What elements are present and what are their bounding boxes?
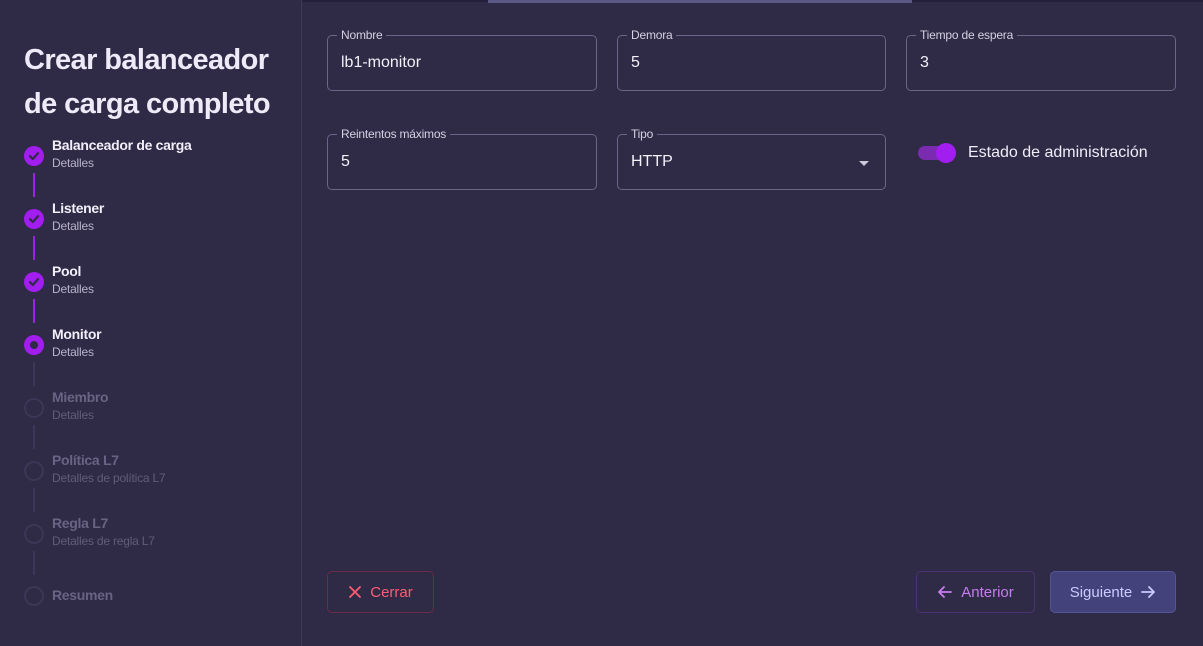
max-retries-field-value[interactable]: 5 <box>341 153 350 171</box>
toggle-thumb <box>936 143 956 163</box>
timeout-field[interactable]: Tiempo de espera 3 <box>906 28 1176 91</box>
step-label: Miembro <box>52 389 109 405</box>
step-sublabel: Detalles <box>52 156 94 170</box>
admin-state-label: Estado de administración <box>968 144 1148 161</box>
step-check-icon <box>24 272 44 292</box>
name-field-value[interactable]: lb1-monitor <box>341 54 421 72</box>
wizard-title: Crear balanceador de carga completo <box>24 44 271 120</box>
step-connector <box>33 236 35 260</box>
next-button[interactable]: Siguiente <box>1050 571 1176 613</box>
step-connector <box>33 551 35 575</box>
step-label: Balanceador de carga <box>52 137 192 153</box>
close-button[interactable]: Cerrar <box>327 571 434 613</box>
delay-field-value[interactable]: 5 <box>631 54 640 72</box>
max-retries-field-label: Reintentos máximos <box>337 127 451 141</box>
previous-button-label: Anterior <box>961 583 1014 601</box>
step-sublabel: Detalles <box>52 408 94 422</box>
step-pending-icon <box>24 524 44 544</box>
step-connector <box>33 299 35 323</box>
step-check-icon <box>24 146 44 166</box>
step-active-icon <box>24 335 44 355</box>
previous-button[interactable]: Anterior <box>916 571 1035 613</box>
step-connector <box>33 362 35 386</box>
step-listener[interactable]: Listener Detalles <box>24 200 294 249</box>
step-pending-icon <box>24 586 44 606</box>
step-load-balancer[interactable]: Balanceador de carga Detalles <box>24 137 294 186</box>
step-sublabel: Detalles <box>52 345 94 359</box>
step-label: Monitor <box>52 326 102 342</box>
step-pool[interactable]: Pool Detalles <box>24 263 294 312</box>
step-member: Miembro Detalles <box>24 389 294 438</box>
delay-field[interactable]: Demora 5 <box>617 28 886 91</box>
step-sublabel: Detalles de política L7 <box>52 471 166 485</box>
step-connector <box>33 425 35 449</box>
step-l7-rule: Regla L7 Detalles de regla L7 <box>24 515 294 564</box>
step-label: Regla L7 <box>52 515 108 531</box>
step-connector <box>33 173 35 197</box>
step-label: Pool <box>52 263 82 279</box>
caret-down-icon[interactable] <box>859 161 869 166</box>
close-icon <box>349 586 362 598</box>
delay-field-label: Demora <box>627 28 677 42</box>
step-summary: Resumen <box>24 586 294 626</box>
step-monitor[interactable]: Monitor Detalles <box>24 326 294 375</box>
step-connector <box>33 488 35 512</box>
arrow-left-icon <box>938 586 953 598</box>
timeout-field-value[interactable]: 3 <box>920 54 929 72</box>
step-label: Listener <box>52 200 105 216</box>
arrow-right-icon <box>1141 586 1156 598</box>
type-select-label: Tipo <box>627 127 658 141</box>
step-label: Política L7 <box>52 452 119 468</box>
name-field[interactable]: Nombre lb1-monitor <box>327 28 597 91</box>
step-label: Resumen <box>52 587 113 603</box>
step-l7-policy: Política L7 Detalles de política L7 <box>24 452 294 501</box>
step-check-icon <box>24 209 44 229</box>
step-pending-icon <box>24 398 44 418</box>
timeout-field-label: Tiempo de espera <box>916 28 1018 42</box>
step-pending-icon <box>24 461 44 481</box>
next-button-label: Siguiente <box>1069 583 1133 601</box>
type-select[interactable]: Tipo HTTP <box>617 127 886 190</box>
max-retries-field[interactable]: Reintentos máximos 5 <box>327 127 597 190</box>
close-button-label: Cerrar <box>370 583 413 601</box>
step-sublabel: Detalles de regla L7 <box>52 534 155 548</box>
name-field-label: Nombre <box>337 28 387 42</box>
admin-state-toggle[interactable] <box>918 143 956 163</box>
wizard-sidebar: Crear balanceador de carga completo Bala… <box>0 0 302 646</box>
type-select-value: HTTP <box>631 153 673 170</box>
step-sublabel: Detalles <box>52 219 94 233</box>
step-sublabel: Detalles <box>52 282 94 296</box>
top-accent-bar <box>488 0 912 3</box>
